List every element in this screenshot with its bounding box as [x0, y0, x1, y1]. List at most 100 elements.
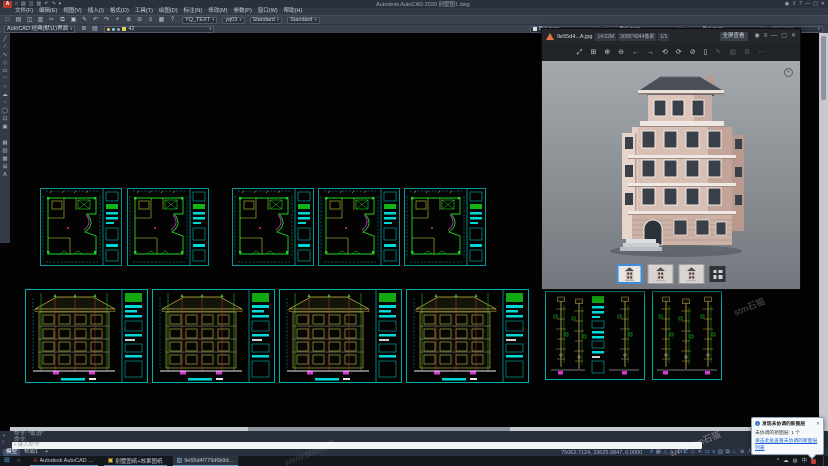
send-to-phone-icon[interactable]: ▯ [704, 44, 708, 61]
circle-icon[interactable]: ○ [3, 84, 6, 90]
command-input-bar[interactable]: › [12, 442, 702, 449]
floor-plan-5[interactable] [405, 189, 486, 266]
lineweight-display-icon[interactable]: ≡ [712, 449, 715, 456]
sign-in-icon[interactable]: ◉ [785, 0, 789, 8]
next-image-icon[interactable]: → [647, 44, 654, 61]
crop-image-icon[interactable]: ▧ [729, 44, 736, 61]
thumbnail-3[interactable] [679, 264, 705, 284]
grid-icon[interactable]: # [650, 449, 653, 456]
rectangle-icon[interactable]: ▭ [2, 68, 7, 74]
menu-item[interactable]: 标注(N) [181, 8, 206, 15]
isometric-drafting-icon[interactable]: ◇ [691, 449, 695, 456]
construction-line-icon[interactable]: ⁄ [5, 44, 6, 50]
notification-link[interactable]: 单击此处查看未协调的新图层列表 [755, 437, 820, 451]
text-style-dropdown[interactable]: YQ_TEXT▾ [182, 17, 217, 24]
viewer-minimize-icon[interactable]: — [771, 29, 777, 44]
new-icon[interactable]: □ [15, 0, 18, 8]
multiline-text-icon[interactable]: A [3, 172, 7, 178]
menu-item[interactable]: 编辑(E) [36, 8, 60, 15]
account-icon[interactable]: ◉ [755, 29, 760, 44]
task-folder[interactable]: ▣ 别墅图纸+效果图纸 [104, 456, 167, 466]
viewer-title-bar[interactable]: 9e55d4...A.jpg 14.52M3000*4244像素1/1 全屏查看… [542, 29, 800, 44]
snap-mode-icon[interactable]: ▦ [656, 449, 661, 456]
tab-model[interactable]: 模型 [3, 449, 20, 456]
hatch-icon[interactable]: ▦ [2, 140, 7, 146]
start-button-icon[interactable]: ⊞ [4, 456, 10, 466]
floor-plan-2[interactable] [128, 189, 209, 266]
open-icon[interactable]: ▤ [21, 0, 26, 8]
layer-dropdown[interactable]: 42 ▾ [104, 26, 214, 33]
redo-icon[interactable]: ↷ [51, 0, 55, 8]
menu-item[interactable]: 窗口(W) [255, 8, 281, 15]
tray-ime-icon[interactable]: 中 [801, 456, 807, 466]
minimize-icon[interactable]: — [805, 0, 810, 8]
close-icon[interactable]: ✕ [821, 0, 825, 8]
render-image[interactable] [598, 73, 758, 259]
dynamic-ucs-icon[interactable]: ∟ [732, 449, 737, 456]
object-snap-icon[interactable]: ▭ [704, 449, 709, 456]
polar-tracking-icon[interactable]: ∠ [683, 449, 688, 456]
elevation-4[interactable] [407, 290, 529, 383]
zoom-out-icon[interactable]: ⊖ [618, 44, 624, 61]
viewer-menu-icon[interactable]: ≡ [764, 29, 768, 44]
menu-item[interactable]: 视图(V) [60, 8, 84, 15]
selection-cycling-icon[interactable]: ⧉ [726, 449, 730, 456]
vertical-scrollbar[interactable] [819, 33, 828, 431]
more-tools-icon[interactable]: ⋯ [758, 44, 765, 61]
fit-window-icon[interactable]: ⊞ [590, 44, 596, 61]
command-input[interactable] [18, 442, 700, 448]
make-block-icon[interactable]: ▣ [2, 124, 7, 130]
zoom-in-icon[interactable]: ⊕ [604, 44, 610, 61]
undo-icon[interactable]: ↶ [44, 0, 48, 8]
command-customize-icon[interactable]: ✦ [2, 433, 6, 438]
polygon-icon[interactable]: ◇ [3, 60, 7, 66]
thumbnail-2[interactable] [648, 264, 674, 284]
tray-cloud-icon[interactable]: ☁ [783, 456, 789, 466]
horizontal-scrollbar[interactable] [10, 427, 819, 431]
thumbstrip-collapse-icon[interactable]: ⌃ [668, 253, 673, 259]
revision-cloud-icon[interactable]: ☁ [2, 92, 8, 98]
elevation-1[interactable] [26, 290, 148, 383]
section-detail-1[interactable] [546, 292, 645, 380]
tab-layout1[interactable]: 布局1 [21, 449, 41, 456]
floor-plan-4[interactable] [319, 189, 400, 266]
vertical-scrollbar-thumb[interactable] [821, 36, 826, 100]
help-icon[interactable]: ? [799, 0, 802, 8]
gradient-icon[interactable]: ▨ [2, 148, 7, 154]
multileader-style-dropdown[interactable]: Standard▾ [287, 17, 320, 24]
infer-constraints-icon[interactable]: △ [663, 449, 667, 456]
menu-item[interactable]: 工具(T) [132, 8, 156, 15]
viewer-close-icon[interactable]: ✕ [791, 29, 796, 44]
elevation-2[interactable] [153, 290, 275, 383]
thumbnail-1[interactable] [617, 264, 643, 284]
layer-states-icon[interactable]: ▤ [90, 25, 99, 34]
tray-expand-icon[interactable]: ^ [777, 456, 780, 466]
table-style-dropdown[interactable]: Standard▾ [250, 17, 283, 24]
menu-item[interactable]: 帮助(H) [281, 8, 306, 15]
menu-item[interactable]: 格式(O) [107, 8, 132, 15]
menu-item[interactable]: 参数(P) [230, 8, 254, 15]
workspace-dropdown[interactable]: AutoCAD 经典(默认)界面▾ [4, 26, 75, 33]
menu-item[interactable]: 文件(F) [12, 8, 36, 15]
app-logo-icon[interactable]: A [3, 1, 12, 8]
delete-image-icon[interactable]: ⊘ [690, 44, 696, 61]
fullscreen-icon[interactable]: ⤢ [577, 44, 583, 61]
insert-block-icon[interactable]: ⊡ [3, 116, 8, 122]
table-icon[interactable]: ⊞ [3, 164, 8, 170]
tab-new-layout[interactable]: + [42, 449, 51, 456]
menu-item[interactable]: 绘图(D) [156, 8, 181, 15]
show-desktop-button[interactable] [823, 456, 826, 466]
floor-plan-3[interactable] [233, 189, 314, 266]
notification-close-icon[interactable]: ✕ [816, 421, 820, 426]
transparency-icon[interactable]: ▨ [718, 449, 723, 456]
taskbar-search-icon[interactable]: ○ [17, 456, 21, 466]
ortho-mode-icon[interactable]: ⊥ [676, 449, 681, 456]
arc-icon[interactable]: ◠ [3, 76, 8, 82]
viewer-image-area[interactable]: ✕ ⌃ [542, 61, 800, 289]
viewer-maximize-icon[interactable]: ▢ [781, 29, 787, 44]
floor-plan-1[interactable] [41, 189, 122, 266]
share-icon[interactable]: ⇪ [792, 0, 796, 8]
object-snap-tracking-icon[interactable]: ∗ [697, 449, 702, 456]
restore-icon[interactable]: ▢ [813, 0, 818, 8]
elevation-3[interactable] [280, 290, 402, 383]
